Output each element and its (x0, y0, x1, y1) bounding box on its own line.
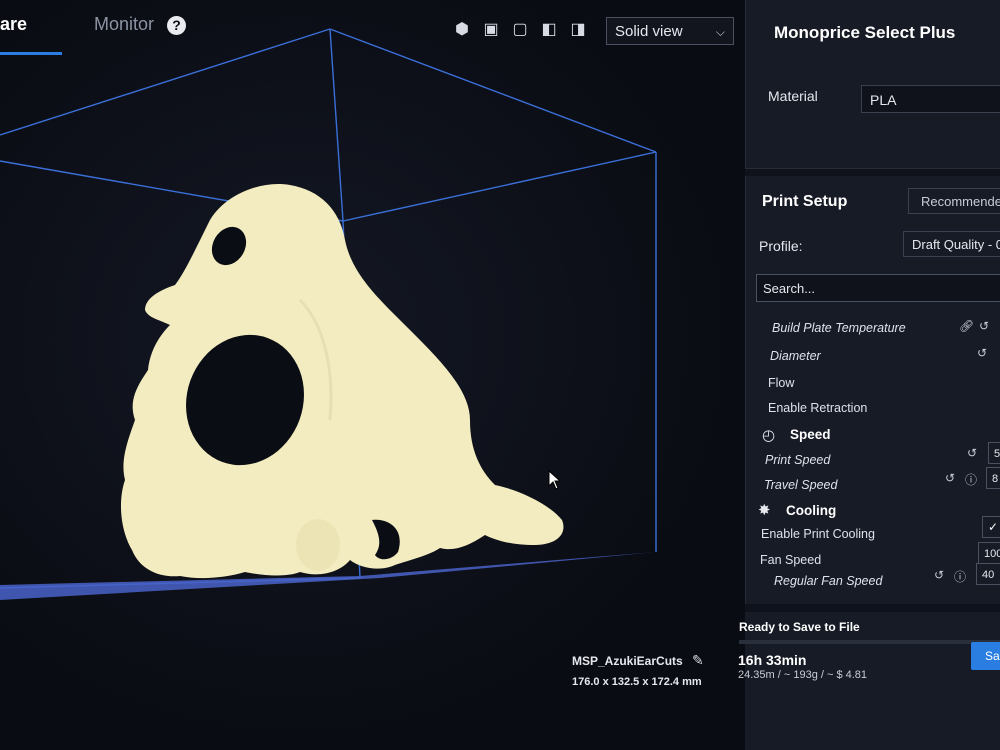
fan-speed-input[interactable]: 100 (978, 542, 1000, 564)
top-view-icon[interactable]: ▢ (510, 20, 530, 40)
save-to-file-button[interactable]: Sa (971, 642, 1000, 670)
chevron-down-icon: ⌵ (715, 25, 725, 39)
left-view-icon[interactable]: ◧ (539, 20, 559, 40)
category-speed[interactable]: Speed (790, 427, 831, 442)
save-panel: Ready to Save to File 16h 33min 24.35m /… (738, 612, 1000, 750)
front-view-icon[interactable]: ▣ (481, 20, 501, 40)
model-name: MSP_AzukiEarCuts (572, 654, 683, 668)
active-tab-indicator (0, 52, 62, 55)
material-select[interactable]: PLA (861, 85, 1000, 113)
view-mode-value: Solid view (615, 23, 683, 40)
info-icon[interactable]: ⓘ (965, 471, 977, 488)
print-speed-input[interactable]: 5 (988, 442, 1000, 464)
3d-model (120, 184, 564, 579)
view-mode-select[interactable]: Solid view ⌵ (606, 17, 734, 45)
setting-diameter[interactable]: Diameter (770, 349, 821, 363)
fan-icon: ✸ (758, 502, 771, 519)
setting-build-plate-temperature[interactable]: Build Plate Temperature (772, 321, 906, 335)
recommended-mode-button[interactable]: Recommende (908, 188, 1000, 214)
setting-print-speed[interactable]: Print Speed (765, 453, 830, 467)
print-time: 16h 33min (738, 652, 807, 668)
pencil-icon[interactable]: ✎ (692, 652, 704, 669)
link-icon[interactable]: 🔗︎ (959, 319, 974, 333)
tab-prepare[interactable]: are (0, 14, 27, 35)
print-setup-title: Print Setup (762, 193, 848, 210)
setting-enable-retraction[interactable]: Enable Retraction (768, 401, 867, 415)
regular-fan-speed-input[interactable]: 40 (976, 563, 1000, 585)
printer-name[interactable]: Monoprice Select Plus (774, 23, 955, 43)
setting-travel-speed[interactable]: Travel Speed (764, 478, 837, 492)
build-volume-scene[interactable] (0, 0, 745, 750)
profile-select[interactable]: Draft Quality - 0 (903, 231, 1000, 257)
reset-icon[interactable]: ↺ (967, 446, 977, 460)
material-usage: 24.35m / ~ 193g / ~ $ 4.81 (738, 669, 868, 681)
help-icon[interactable]: ? (167, 16, 186, 35)
setting-enable-print-cooling[interactable]: Enable Print Cooling (761, 527, 875, 541)
settings-search-input[interactable]: Search... (756, 274, 1000, 302)
reset-icon[interactable]: ↺ (979, 319, 989, 333)
material-label: Material (768, 88, 818, 104)
camera-view-buttons: ⬢ ▣ ▢ ◧ ◨ (452, 20, 588, 40)
setting-flow[interactable]: Flow (768, 376, 794, 390)
profile-label: Profile: (759, 238, 803, 254)
reset-icon[interactable]: ↺ (945, 471, 955, 485)
travel-speed-input[interactable]: 8 (986, 467, 1000, 489)
reset-icon[interactable]: ↺ (934, 568, 944, 582)
save-status-title: Ready to Save to File (739, 620, 860, 634)
category-cooling[interactable]: Cooling (786, 503, 836, 518)
reset-icon[interactable]: ↺ (977, 346, 987, 360)
setting-fan-speed[interactable]: Fan Speed (760, 553, 821, 567)
printer-panel: Monoprice Select Plus Material PLA (745, 0, 1000, 169)
tab-monitor[interactable]: Monitor (94, 14, 154, 35)
print-setup-panel: Print Setup Recommende Profile: Draft Qu… (745, 176, 1000, 604)
3d-viewport[interactable]: are Monitor ? ⬢ ▣ ▢ ◧ ◨ Solid view ⌵ MSP… (0, 0, 745, 750)
stage-tabs: are Monitor ? (0, 0, 420, 56)
sidebar: Monoprice Select Plus Material PLA Print… (738, 0, 1000, 750)
mouse-cursor-icon (548, 470, 562, 490)
3d-view-icon[interactable]: ⬢ (452, 20, 472, 40)
info-icon[interactable]: ⓘ (954, 568, 966, 585)
enable-print-cooling-checkbox[interactable]: ✓ (982, 516, 1000, 538)
speed-gauge-icon: ◴ (762, 427, 776, 444)
right-view-icon[interactable]: ◨ (568, 20, 588, 40)
setting-regular-fan-speed[interactable]: Regular Fan Speed (774, 574, 882, 588)
progress-bar (739, 640, 1000, 644)
model-dimensions: 176.0 x 132.5 x 172.4 mm (572, 676, 702, 688)
